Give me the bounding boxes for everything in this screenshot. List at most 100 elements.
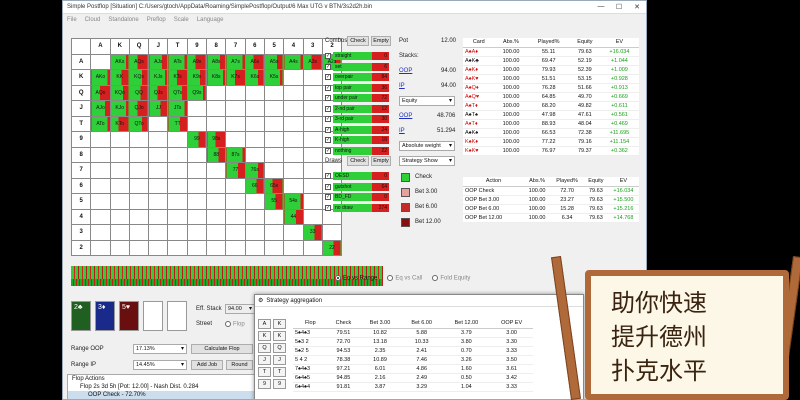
hand-cell[interactable] — [244, 100, 265, 117]
rank-button[interactable]: K — [258, 331, 271, 341]
hand-cell[interactable] — [167, 131, 188, 148]
hand-cell[interactable] — [167, 162, 188, 179]
table-row[interactable]: 5♠2 5 94.53 2.35 2.41 0.70 3.33 — [293, 346, 533, 356]
hand-cell[interactable]: A8s — [206, 53, 227, 70]
hand-cell[interactable] — [148, 162, 169, 179]
range-ip-select[interactable]: 14.45% — [133, 360, 187, 370]
close-icon[interactable]: ✕ — [628, 3, 646, 11]
hand-cell[interactable]: 87s — [225, 146, 246, 163]
hand-cell[interactable]: KTs — [167, 69, 188, 86]
hand-cell[interactable] — [128, 193, 150, 210]
eq-vs-call-radio[interactable]: Eq vs Call — [387, 275, 422, 282]
hand-cell[interactable] — [128, 177, 150, 194]
combos-empty-button[interactable]: Empty — [371, 36, 391, 46]
flop-actions-selected[interactable]: OOP Check - 72.70% — [68, 391, 254, 399]
eff-stack-input[interactable]: 94.00 — [225, 304, 255, 314]
rank-button[interactable]: Q — [258, 343, 271, 353]
hand-cell[interactable] — [109, 177, 130, 194]
checkbox-icon[interactable]: ✓ — [325, 204, 331, 211]
fold-equity-radio[interactable]: Fold Equity — [432, 275, 470, 282]
table-row[interactable]: A♠Q♥ 100.00 64.85 49.70 +0.669 — [463, 92, 639, 102]
board-card[interactable]: 3♦ — [95, 301, 115, 331]
hand-cell[interactable] — [302, 162, 323, 179]
hand-cell[interactable]: QQ — [128, 84, 150, 101]
hand-cell[interactable] — [128, 239, 150, 256]
hand-cell[interactable] — [302, 84, 323, 101]
hand-cell[interactable] — [283, 239, 304, 256]
column-header[interactable]: Action — [463, 177, 524, 187]
hand-cell[interactable]: K6s — [244, 69, 265, 86]
menu-preflop[interactable]: Preflop — [147, 17, 166, 23]
table-row[interactable]: A♠K♥ 100.00 51.51 53.15 +0.928 — [463, 74, 639, 84]
hand-cell[interactable] — [283, 224, 304, 241]
hand-cell[interactable] — [206, 100, 227, 117]
ip-label[interactable]: IP — [399, 83, 405, 89]
hand-cell[interactable] — [263, 131, 285, 148]
hand-cell[interactable] — [148, 177, 169, 194]
flop-actions-root[interactable]: Flop 2s 3d 5h [Pot: 12.00] - Nash Dist. … — [68, 383, 254, 391]
hand-cell[interactable] — [283, 162, 304, 179]
hand-cell[interactable] — [167, 224, 188, 241]
hand-cell[interactable]: A7s — [225, 53, 246, 70]
hand-cell[interactable]: KJs — [148, 69, 169, 86]
checkbox-icon[interactable]: ✓ — [325, 105, 331, 112]
hand-cell[interactable]: AKo — [90, 69, 111, 86]
hand-cell[interactable]: ATo — [90, 115, 111, 132]
hand-cell[interactable] — [109, 131, 130, 148]
menu-language[interactable]: Language — [197, 17, 224, 23]
range-oop-select[interactable]: 17.13% — [133, 344, 187, 354]
table-row[interactable]: 5♠3 2 72.70 13.18 10.33 3.80 3.30 — [293, 337, 533, 347]
hand-cell[interactable] — [263, 146, 285, 163]
hand-cell[interactable]: 76s — [244, 162, 265, 179]
hand-cell[interactable]: KTo — [109, 115, 130, 132]
column-header[interactable]: Bet 12.00 — [442, 319, 491, 329]
hand-cell[interactable]: AJs — [148, 53, 169, 70]
rank-button[interactable]: J — [258, 355, 271, 365]
hand-cell[interactable] — [263, 84, 285, 101]
combos-row[interactable]: ✓ K-high 18 — [325, 135, 389, 145]
hand-cell[interactable]: 55 — [263, 193, 285, 210]
column-header[interactable]: Abs.% — [494, 38, 528, 48]
hand-cell[interactable]: 88 — [206, 146, 227, 163]
hand-cell[interactable] — [186, 193, 208, 210]
hand-cell[interactable] — [186, 177, 208, 194]
draws-check-button[interactable]: Check — [347, 156, 369, 166]
hand-cell[interactable] — [167, 239, 188, 256]
oop-equity-label[interactable]: OOP — [399, 113, 412, 119]
combos-row[interactable]: ✓ overpair 84 — [325, 72, 389, 82]
hand-cell[interactable] — [302, 239, 323, 256]
aggregation-table[interactable]: Flop Check Bet 3.00 Bet 6.00 Bet 12.00 OOP EV… — [293, 319, 533, 392]
hand-cell[interactable] — [128, 162, 150, 179]
hand-cell[interactable] — [90, 208, 111, 225]
table-row[interactable]: K♠K♦ 100.00 77.22 79.16 +11.154 — [463, 137, 639, 147]
combos-row[interactable]: ✓ 3-rd pair 30 — [325, 114, 389, 124]
table-row[interactable]: OOP Bet 3.00 100.00 23.27 79.63 +15.500 — [463, 195, 639, 205]
hand-cell[interactable] — [109, 224, 130, 241]
hand-cell[interactable] — [263, 100, 285, 117]
hand-cell[interactable] — [186, 162, 208, 179]
table-row[interactable]: 7♠4♠3 97.21 6.01 4.86 1.60 3.61 — [293, 364, 533, 374]
table-row[interactable]: 6♠4♠5 94.85 2.16 2.49 0.50 3.42 — [293, 373, 533, 383]
hand-cell[interactable] — [283, 84, 304, 101]
weight-select[interactable]: Absolute weight — [399, 141, 455, 151]
round-button[interactable]: Round — [226, 360, 253, 370]
hand-cell[interactable]: JJ — [148, 100, 169, 117]
hand-cell[interactable] — [148, 208, 169, 225]
draws-row[interactable]: ✓ no draw 274 — [325, 203, 389, 213]
hand-cell[interactable] — [167, 146, 188, 163]
checkbox-icon[interactable]: ✓ — [325, 95, 331, 101]
hand-cell[interactable] — [186, 208, 208, 225]
table-row[interactable]: A♠K♣ 100.00 69.47 52.19 +1.044 — [463, 56, 639, 66]
eq-vs-range-radio[interactable]: Eq vs Range — [335, 275, 377, 282]
hand-cell[interactable] — [263, 162, 285, 179]
table-row[interactable]: A♠A♦ 100.00 55.11 79.63 +16.034 — [463, 47, 639, 57]
board-card[interactable]: 2♣ — [71, 301, 91, 331]
hand-cell[interactable]: 98s — [206, 131, 227, 148]
combos-row[interactable]: ✓ 2-nd pair 12 — [325, 104, 389, 114]
hand-cell[interactable] — [302, 115, 323, 132]
checkbox-icon[interactable]: ✓ — [325, 173, 331, 179]
hand-cell[interactable] — [206, 162, 227, 179]
hand-cell[interactable] — [148, 193, 169, 210]
hand-cell[interactable] — [225, 224, 246, 241]
column-header[interactable]: Flop — [293, 319, 328, 329]
